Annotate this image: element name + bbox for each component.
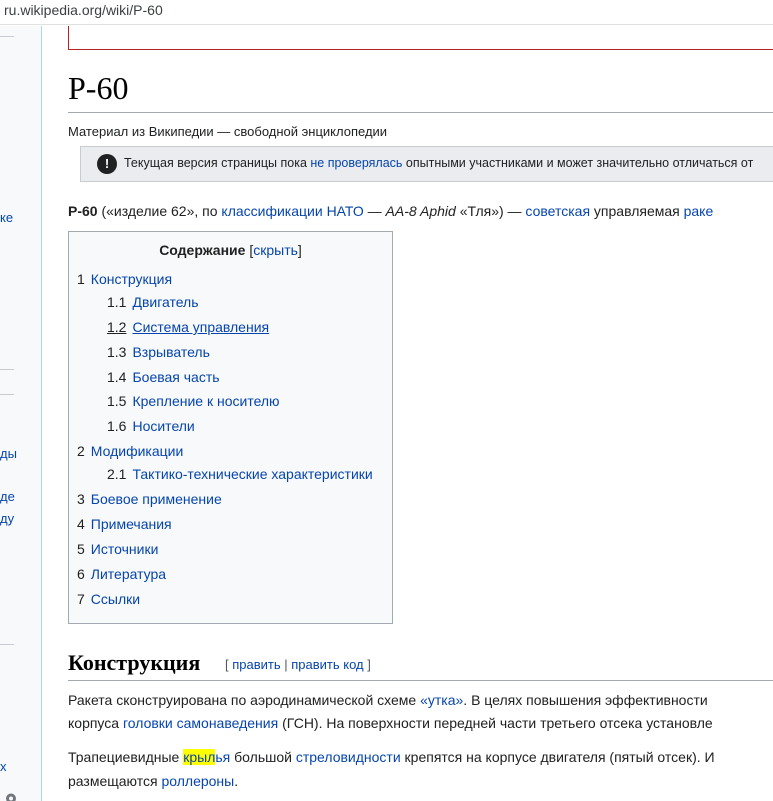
sidebar-link-fragment[interactable]: ды xyxy=(0,446,17,461)
site-subtitle: Материал из Википедии — свободной энцикл… xyxy=(68,124,388,139)
toc-item[interactable]: 1.6 Носители xyxy=(107,418,195,434)
wings-link[interactable]: крылья xyxy=(183,749,230,765)
sidebar-link-fragment[interactable]: х xyxy=(0,759,7,774)
toc-hide-toggle[interactable]: скрыть xyxy=(253,242,298,258)
soviet-link[interactable]: советская xyxy=(525,203,590,219)
toc-item[interactable]: 1 Конструкция xyxy=(77,271,172,287)
toc-item[interactable]: 7 Ссылки xyxy=(77,591,140,607)
section-divider xyxy=(68,680,773,681)
lead-bold-term: Р-60 xyxy=(68,203,98,219)
body-paragraph-line: Трапециевидные крылья большой стреловидн… xyxy=(68,749,715,765)
toc-item[interactable]: 1.1 Двигатель xyxy=(107,294,199,310)
toc-item[interactable]: 6 Литература xyxy=(77,566,166,582)
toc-item[interactable]: 2.1 Тактико-технические характеристики xyxy=(107,466,373,482)
toc-item[interactable]: 1.4 Боевая часть xyxy=(107,369,220,385)
left-sidebar: ке ды де ду х xyxy=(0,26,42,801)
body-paragraph-line: размещаются роллероны. xyxy=(68,773,239,789)
body-paragraph-line: корпуса головки самонаведения (ГСН). На … xyxy=(68,715,713,731)
body-paragraph-line: Ракета сконструирована по аэродинамическ… xyxy=(68,692,708,708)
toc-item[interactable]: 2 Модификации xyxy=(77,443,183,459)
table-of-contents: Содержание [скрыть] 1 Конструкция 1.1 Двиг… xyxy=(68,231,393,624)
sidebar-divider xyxy=(0,36,14,37)
sidebar-link-fragment[interactable]: ду xyxy=(0,511,14,526)
toc-item[interactable]: 4 Примечания xyxy=(77,516,172,532)
nato-name: AA-8 Aphid xyxy=(385,203,456,219)
edit-link[interactable]: править xyxy=(232,657,280,672)
address-bar[interactable]: ru.wikipedia.org/wiki/P-60 xyxy=(0,0,773,25)
title-divider xyxy=(68,112,773,113)
unreviewed-notice-text: Текущая версия страницы пока не проверял… xyxy=(124,156,754,170)
section-heading: Конструкция xyxy=(68,650,201,675)
info-icon: ! xyxy=(97,154,117,174)
toc-item[interactable]: 5 Источники xyxy=(77,541,158,557)
canard-link[interactable]: «утка» xyxy=(420,692,463,708)
edit-source-link[interactable]: править код xyxy=(291,657,363,672)
toc-item[interactable]: 1.2 Система управления xyxy=(107,319,269,335)
notice-box-bottom xyxy=(68,26,773,50)
missile-link[interactable]: раке xyxy=(684,203,714,219)
sidebar-divider xyxy=(0,394,14,395)
seeker-head-link[interactable]: головки самонаведения xyxy=(123,715,278,731)
toc-item[interactable]: 1.3 Взрыватель xyxy=(107,344,210,360)
rollerons-link[interactable]: роллероны xyxy=(161,773,234,789)
url-text[interactable]: ru.wikipedia.org/wiki/P-60 xyxy=(4,2,163,18)
unreviewed-notice: ! Текущая версия страницы пока не провер… xyxy=(80,146,773,182)
not-reviewed-link[interactable]: не проверялась xyxy=(310,156,402,170)
nato-classification-link[interactable]: классификации НАТО xyxy=(221,203,363,219)
toc-item[interactable]: 3 Боевое применение xyxy=(77,491,222,507)
sidebar-link-fragment[interactable]: де xyxy=(0,489,15,504)
toc-item[interactable]: 1.5 Крепление к носителю xyxy=(107,393,280,409)
toc-heading: Содержание [скрыть] xyxy=(159,242,302,258)
sidebar-divider xyxy=(0,644,14,645)
search-highlight: крыл xyxy=(183,749,216,765)
gear-icon[interactable] xyxy=(4,790,18,801)
sweep-link[interactable]: стреловидности xyxy=(296,749,401,765)
page-title: Р-60 xyxy=(68,70,129,106)
sidebar-divider xyxy=(0,369,14,370)
section-edit-links: [ править | править код ] xyxy=(225,657,371,672)
sidebar-link-fragment[interactable]: ке xyxy=(0,210,13,225)
lead-paragraph: Р-60 («изделие 62», по классификации НАТ… xyxy=(68,203,714,219)
